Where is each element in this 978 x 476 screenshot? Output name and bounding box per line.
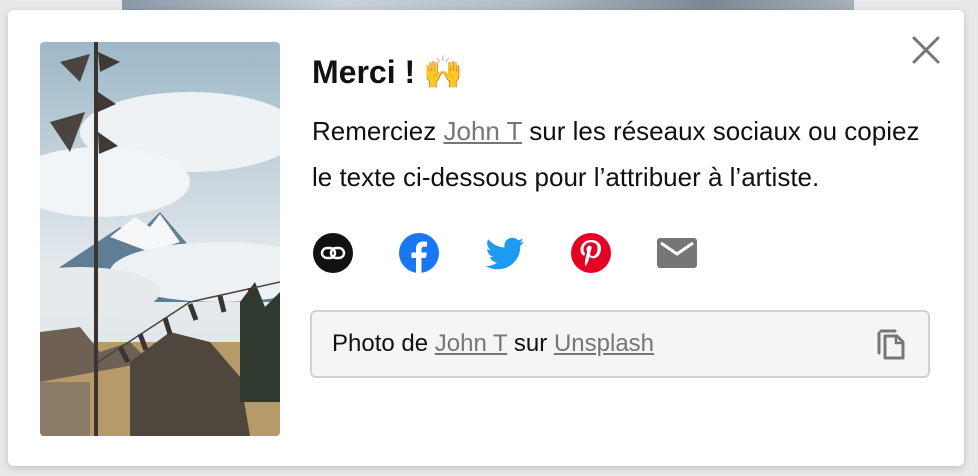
copy-icon bbox=[877, 329, 905, 360]
attribution-text: Photo de John T sur Unsplash bbox=[332, 330, 874, 358]
share-buttons bbox=[312, 232, 938, 274]
email-share-button[interactable] bbox=[656, 232, 698, 274]
raising-hands-emoji: 🙌 bbox=[423, 54, 463, 90]
facebook-share-button[interactable] bbox=[398, 232, 440, 274]
description-before: Remerciez bbox=[312, 116, 444, 146]
email-icon bbox=[657, 238, 697, 268]
attribution-prefix: Photo de bbox=[332, 330, 435, 357]
modal-description: Remerciez John T sur les réseaux sociaux… bbox=[312, 108, 938, 200]
copy-attribution-button[interactable] bbox=[874, 327, 908, 361]
copy-link-button[interactable] bbox=[312, 232, 354, 274]
attribution-box: Photo de John T sur Unsplash bbox=[310, 310, 930, 378]
link-icon bbox=[313, 233, 353, 273]
facebook-icon bbox=[399, 233, 439, 273]
photo-thumbnail bbox=[40, 42, 280, 436]
twitter-icon bbox=[485, 237, 524, 270]
twitter-share-button[interactable] bbox=[484, 232, 526, 274]
modal-content: Merci ! 🙌 Remerciez John T sur les résea… bbox=[310, 48, 938, 378]
attribution-author-link[interactable]: John T bbox=[435, 330, 508, 357]
modal-title: Merci ! 🙌 bbox=[312, 48, 938, 96]
attribution-modal: Merci ! 🙌 Remerciez John T sur les résea… bbox=[8, 10, 964, 466]
title-text: Merci ! bbox=[312, 53, 416, 90]
attribution-middle: sur bbox=[507, 330, 554, 357]
unsplash-link[interactable]: Unsplash bbox=[554, 330, 654, 357]
pinterest-share-button[interactable] bbox=[570, 232, 612, 274]
author-link[interactable]: John T bbox=[443, 116, 522, 146]
pinterest-icon bbox=[571, 233, 611, 273]
